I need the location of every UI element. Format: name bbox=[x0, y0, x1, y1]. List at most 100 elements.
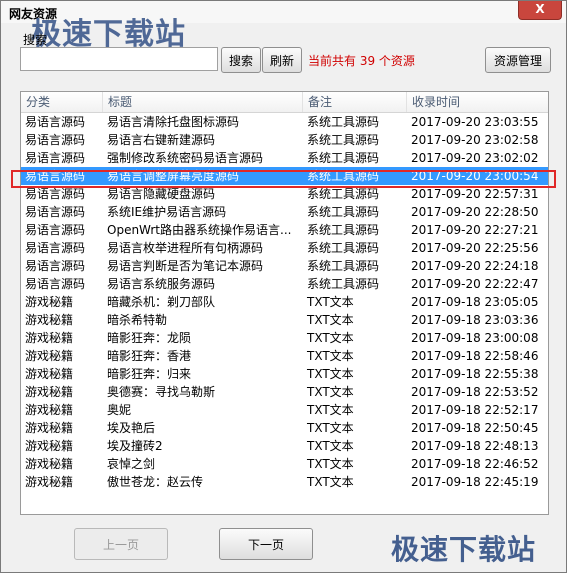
cell-title: 易语言调整屏幕亮度源码 bbox=[107, 169, 240, 183]
cell-time: 2017-09-20 23:02:58 bbox=[411, 133, 539, 147]
prev-page-button[interactable]: 上一页 bbox=[74, 528, 168, 560]
cell-category: 游戏秘籍 bbox=[25, 331, 74, 345]
cell-time: 2017-09-18 22:52:17 bbox=[411, 403, 539, 417]
cell-title: 奥妮 bbox=[107, 403, 132, 417]
cell-note: TXT文本 bbox=[307, 457, 354, 471]
table-row[interactable]: 易语言源码 易语言枚举进程所有句柄源码 系统工具源码 2017-09-20 22:25… bbox=[21, 239, 548, 257]
cell-title: 系统IE维护易语言源码 bbox=[107, 205, 227, 219]
cell-title: 暗影狂奔：归来 bbox=[107, 367, 192, 381]
cell-time: 2017-09-20 22:25:56 bbox=[411, 241, 539, 255]
next-page-button[interactable]: 下一页 bbox=[219, 528, 313, 560]
cell-note: TXT文本 bbox=[307, 331, 354, 345]
cell-title: 埃及撞砖2 bbox=[107, 439, 163, 453]
cell-title: 易语言判断是否为笔记本源码 bbox=[107, 259, 264, 273]
table-row[interactable]: 游戏秘籍 暗杀希特勒 TXT文本 2017-09-18 23:03:36 bbox=[21, 311, 548, 329]
cell-category: 游戏秘籍 bbox=[25, 367, 74, 381]
cell-title: 易语言枚举进程所有句柄源码 bbox=[107, 241, 264, 255]
cell-time: 2017-09-18 23:05:05 bbox=[411, 295, 539, 309]
cell-category: 游戏秘籍 bbox=[25, 457, 74, 471]
cell-time: 2017-09-18 22:46:52 bbox=[411, 457, 539, 471]
table-row[interactable]: 游戏秘籍 奥德赛：寻找乌勒斯 TXT文本 2017-09-18 22:53:52 bbox=[21, 383, 548, 401]
cell-time: 2017-09-18 22:53:52 bbox=[411, 385, 539, 399]
table-row[interactable]: 游戏秘籍 傲世苍龙：赵云传 TXT文本 2017-09-18 22:45:19 bbox=[21, 473, 548, 491]
cell-time: 2017-09-20 23:00:54 bbox=[411, 169, 539, 183]
cell-title: 暗影狂奔：香港 bbox=[107, 349, 192, 363]
cell-note: 系统工具源码 bbox=[307, 277, 380, 291]
cell-category: 易语言源码 bbox=[25, 115, 86, 129]
cell-title: 暗藏杀机：剃刀部队 bbox=[107, 295, 216, 309]
table-row[interactable]: 易语言源码 易语言隐藏硬盘源码 系统工具源码 2017-09-20 22:57:31 bbox=[21, 185, 548, 203]
table-row[interactable]: 游戏秘籍 埃及艳后 TXT文本 2017-09-18 22:50:45 bbox=[21, 419, 548, 437]
cell-note: TXT文本 bbox=[307, 367, 354, 381]
table-row[interactable]: 易语言源码 强制修改系统密码易语言源码 系统工具源码 2017-09-20 23:0… bbox=[21, 149, 548, 167]
cell-note: 系统工具源码 bbox=[307, 133, 380, 147]
cell-category: 游戏秘籍 bbox=[25, 421, 74, 435]
cell-note: 系统工具源码 bbox=[307, 187, 380, 201]
cell-note: 系统工具源码 bbox=[307, 115, 380, 129]
resource-count-status: 当前共有 39 个资源 bbox=[308, 54, 415, 68]
cell-category: 易语言源码 bbox=[25, 241, 86, 255]
table-row[interactable]: 易语言源码 易语言右键新建源码 系统工具源码 2017-09-20 23:02:58 bbox=[21, 131, 548, 149]
table-row[interactable]: 游戏秘籍 暗影狂奔：龙陨 TXT文本 2017-09-18 23:00:08 bbox=[21, 329, 548, 347]
resource-window: 网友资源 X 极速下载站 搜索 搜索 刷新 当前共有 39 个资源 资源管理 分… bbox=[0, 0, 567, 573]
cell-category: 易语言源码 bbox=[25, 169, 86, 183]
cell-category: 游戏秘籍 bbox=[25, 313, 74, 327]
cell-time: 2017-09-20 23:03:55 bbox=[411, 115, 539, 129]
column-header-category[interactable]: 分类 bbox=[21, 92, 103, 112]
cell-title: 埃及艳后 bbox=[107, 421, 156, 435]
cell-category: 游戏秘籍 bbox=[25, 295, 74, 309]
cell-category: 易语言源码 bbox=[25, 133, 86, 147]
cell-note: TXT文本 bbox=[307, 385, 354, 399]
table-row[interactable]: 游戏秘籍 埃及撞砖2 TXT文本 2017-09-18 22:48:13 bbox=[21, 437, 548, 455]
cell-time: 2017-09-18 22:50:45 bbox=[411, 421, 539, 435]
cell-title: 强制修改系统密码易语言源码 bbox=[107, 151, 264, 165]
cell-note: 系统工具源码 bbox=[307, 205, 380, 219]
close-button[interactable]: X bbox=[518, 1, 562, 20]
refresh-button[interactable]: 刷新 bbox=[262, 47, 302, 73]
cell-category: 易语言源码 bbox=[25, 277, 86, 291]
search-label: 搜索 bbox=[23, 33, 48, 47]
cell-time: 2017-09-20 22:22:47 bbox=[411, 277, 539, 291]
search-button[interactable]: 搜索 bbox=[221, 47, 261, 73]
table-row[interactable]: 易语言源码 易语言调整屏幕亮度源码 系统工具源码 2017-09-20 23:00:5… bbox=[21, 167, 548, 185]
resource-list[interactable]: 分类 标题 备注 收录时间 易语言源码 易语言清除托盘图标源码 系统工具源码 2017… bbox=[20, 91, 549, 515]
table-row[interactable]: 易语言源码 OpenWrt路由器系统操作易语言... 系统工具源码 2017-09-2… bbox=[21, 221, 548, 239]
table-row[interactable]: 游戏秘籍 暗藏杀机：剃刀部队 TXT文本 2017-09-18 23:05:05 bbox=[21, 293, 548, 311]
table-row[interactable]: 易语言源码 易语言系统服务源码 系统工具源码 2017-09-20 22:22:47 bbox=[21, 275, 548, 293]
cell-note: 系统工具源码 bbox=[307, 151, 380, 165]
table-row[interactable]: 游戏秘籍 暗影狂奔：香港 TXT文本 2017-09-18 22:58:46 bbox=[21, 347, 548, 365]
list-rows: 易语言源码 易语言清除托盘图标源码 系统工具源码 2017-09-20 23:03:5… bbox=[21, 113, 548, 491]
cell-title: 易语言隐藏硬盘源码 bbox=[107, 187, 216, 201]
cell-category: 易语言源码 bbox=[25, 187, 86, 201]
column-header-note[interactable]: 备注 bbox=[303, 92, 407, 112]
table-row[interactable]: 易语言源码 易语言判断是否为笔记本源码 系统工具源码 2017-09-20 22:24… bbox=[21, 257, 548, 275]
cell-time: 2017-09-18 22:55:38 bbox=[411, 367, 539, 381]
resource-manage-button[interactable]: 资源管理 bbox=[485, 47, 551, 73]
cell-title: 暗杀希特勒 bbox=[107, 313, 168, 327]
cell-title: 哀悼之剑 bbox=[107, 457, 156, 471]
cell-time: 2017-09-20 22:57:31 bbox=[411, 187, 539, 201]
column-header-time[interactable]: 收录时间 bbox=[407, 92, 548, 112]
cell-time: 2017-09-20 22:27:21 bbox=[411, 223, 539, 237]
cell-note: 系统工具源码 bbox=[307, 241, 380, 255]
cell-title: OpenWrt路由器系统操作易语言... bbox=[107, 223, 292, 237]
cell-category: 易语言源码 bbox=[25, 259, 86, 273]
cell-note: TXT文本 bbox=[307, 313, 354, 327]
cell-category: 游戏秘籍 bbox=[25, 385, 74, 399]
search-input[interactable] bbox=[20, 47, 218, 71]
cell-note: TXT文本 bbox=[307, 421, 354, 435]
table-row[interactable]: 易语言源码 易语言清除托盘图标源码 系统工具源码 2017-09-20 23:03:5… bbox=[21, 113, 548, 131]
cell-title: 暗影狂奔：龙陨 bbox=[107, 331, 192, 345]
cell-category: 游戏秘籍 bbox=[25, 439, 74, 453]
table-row[interactable]: 游戏秘籍 哀悼之剑 TXT文本 2017-09-18 22:46:52 bbox=[21, 455, 548, 473]
cell-note: 系统工具源码 bbox=[307, 223, 380, 237]
table-row[interactable]: 易语言源码 系统IE维护易语言源码 系统工具源码 2017-09-20 22:28:5… bbox=[21, 203, 548, 221]
cell-time: 2017-09-18 23:03:36 bbox=[411, 313, 539, 327]
cell-title: 傲世苍龙：赵云传 bbox=[107, 475, 204, 489]
column-header-title[interactable]: 标题 bbox=[103, 92, 303, 112]
cell-note: TXT文本 bbox=[307, 295, 354, 309]
cell-note: 系统工具源码 bbox=[307, 169, 380, 183]
table-row[interactable]: 游戏秘籍 奥妮 TXT文本 2017-09-18 22:52:17 bbox=[21, 401, 548, 419]
cell-time: 2017-09-20 22:28:50 bbox=[411, 205, 539, 219]
table-row[interactable]: 游戏秘籍 暗影狂奔：归来 TXT文本 2017-09-18 22:55:38 bbox=[21, 365, 548, 383]
